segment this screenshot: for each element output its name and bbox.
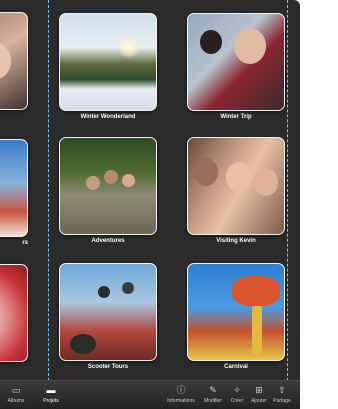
info-label: Informations (167, 398, 195, 404)
info-icon: ⓘ (176, 385, 186, 395)
album-tile-winter-trip[interactable]: Winter Trip (187, 13, 285, 120)
sparkle-icon: ✧ (233, 385, 241, 395)
album-tile[interactable] (0, 264, 28, 365)
album-cover[interactable] (59, 13, 157, 111)
albums-label: Albums (7, 398, 25, 404)
album-title: Carnival (224, 364, 248, 370)
photo-app-window: rs Winter Wonderland Adventures Scooter … (0, 0, 300, 409)
column-guide-line (48, 0, 49, 381)
album-title: Winter Wonderland (80, 114, 136, 120)
album-tile-scooter-tours[interactable]: Scooter Tours (59, 263, 157, 370)
projects-label: Projets (43, 398, 59, 404)
album-cover[interactable] (0, 139, 28, 237)
bottom-toolbar: ▭ Albums ▬ Projets ⓘ Informations ✎ Modi… (0, 380, 300, 409)
album-cover[interactable] (187, 137, 285, 235)
projects-icon: ▬ (46, 385, 56, 395)
add-icon: ⊞ (255, 385, 263, 395)
column-guide-line (287, 0, 288, 381)
share-label: Partage (273, 398, 291, 404)
folder-icon: ▭ (11, 385, 21, 395)
pencil-icon: ✎ (209, 385, 217, 395)
album-cover[interactable] (0, 12, 28, 110)
album-tile[interactable] (0, 12, 28, 113)
album-title: Adventures (91, 238, 125, 244)
album-tile[interactable]: rs (0, 139, 28, 246)
album-tile-adventures[interactable]: Adventures (59, 137, 157, 244)
album-grid: rs Winter Wonderland Adventures Scooter … (0, 0, 300, 381)
album-tile-visiting-kevin[interactable]: Visiting Kevin (187, 137, 285, 244)
album-cover[interactable] (0, 264, 28, 362)
albums-tab[interactable]: ▭ Albums (0, 385, 32, 404)
album-title: Scooter Tours (87, 364, 129, 370)
info-button[interactable]: ⓘ Informations (165, 385, 197, 404)
album-title: Visiting Kevin (216, 238, 256, 244)
album-cover[interactable] (59, 137, 157, 235)
album-title: Winter Trip (220, 114, 252, 120)
album-tile-winter-wonderland[interactable]: Winter Wonderland (59, 13, 157, 120)
album-title: rs (22, 240, 28, 246)
album-tile-carnival[interactable]: Carnival (187, 263, 285, 370)
share-button[interactable]: ⇪ Partage (266, 385, 298, 404)
album-cover[interactable] (187, 13, 285, 111)
projects-tab[interactable]: ▬ Projets (35, 385, 67, 404)
album-cover[interactable] (187, 263, 285, 361)
album-cover[interactable] (59, 263, 157, 361)
share-icon: ⇪ (278, 385, 286, 395)
